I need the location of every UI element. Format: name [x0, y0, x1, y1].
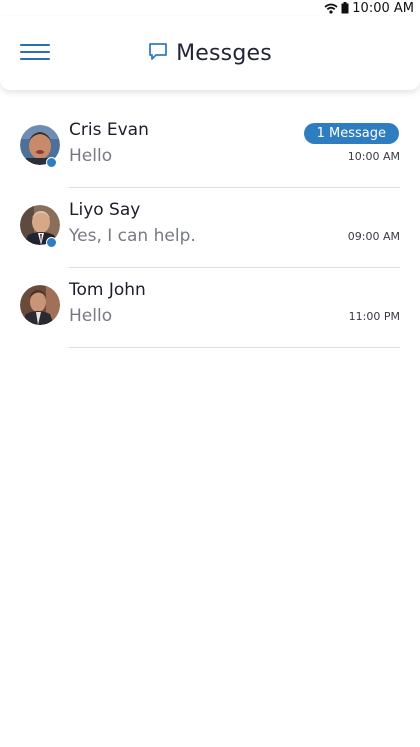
conversation-item-tom-john[interactable]: Tom John Hello 11:00 PM: [0, 268, 420, 348]
message-preview: Yes, I can help.: [69, 226, 196, 246]
contact-name: Tom John: [69, 280, 146, 300]
status-bar: 10:00 AM: [0, 0, 420, 16]
wifi-icon: [324, 3, 338, 14]
page-title: Messges: [176, 40, 272, 66]
avatar[interactable]: [20, 125, 60, 168]
online-status-dot: [46, 157, 57, 168]
unread-badge: 1 Message: [303, 123, 399, 144]
contact-name: Liyo Say: [69, 200, 141, 220]
message-time: 11:00 PM: [348, 310, 400, 323]
app-header: Messges: [0, 16, 420, 90]
divider: [69, 347, 400, 348]
message-preview: Hello: [69, 306, 113, 326]
message-time: 10:00 AM: [347, 150, 400, 163]
status-time: 10:00 AM: [352, 0, 414, 16]
header-title-group: Messges: [0, 16, 420, 90]
avatar[interactable]: [20, 285, 60, 325]
contact-name: Cris Evan: [69, 120, 149, 140]
chat-bubble-icon: [148, 42, 168, 65]
conversation-list: Cris Evan Hello 1 Message 10:00 AM Liyo …: [0, 108, 420, 348]
message-time: 09:00 AM: [347, 230, 400, 243]
online-status-dot: [46, 237, 57, 248]
conversation-item-cris-evan[interactable]: Cris Evan Hello 1 Message 10:00 AM: [0, 108, 420, 188]
battery-icon: [341, 2, 349, 14]
avatar[interactable]: [20, 205, 60, 248]
message-preview: Hello: [69, 146, 113, 166]
conversation-item-liyo-say[interactable]: Liyo Say Yes, I can help. 09:00 AM: [0, 188, 420, 268]
